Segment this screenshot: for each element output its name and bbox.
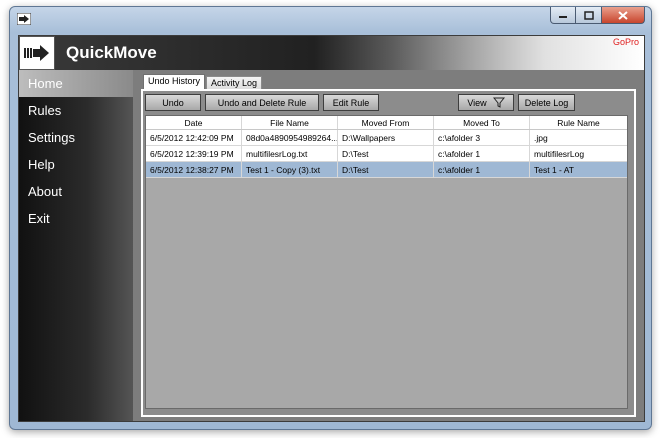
column-header-moved-to[interactable]: Moved To <box>434 116 530 129</box>
tab-strip: Undo History Activity Log <box>143 74 263 90</box>
tab-activity-log[interactable]: Activity Log <box>206 76 263 90</box>
cell-rule-name: .jpg <box>534 132 548 143</box>
undo-button[interactable]: Undo <box>145 94 201 111</box>
sidebar-item-home[interactable]: Home <box>19 70 133 97</box>
view-button-label: View <box>467 97 487 108</box>
sidebar-item-about[interactable]: About <box>19 178 133 205</box>
close-icon <box>618 10 628 20</box>
maximize-icon <box>583 10 594 20</box>
cell-moved-to: c:\afolder 1 <box>434 146 530 161</box>
column-header-file-name[interactable]: File Name <box>242 116 338 129</box>
logo <box>19 36 55 70</box>
undo-history-panel: Undo Undo and Delete Rule Edit Rule View… <box>141 89 636 417</box>
sidebar-item-help[interactable]: Help <box>19 151 133 178</box>
sidebar-item-rules[interactable]: Rules <box>19 97 133 124</box>
maximize-button[interactable] <box>576 7 602 24</box>
cell-date: 6/5/2012 12:39:19 PM <box>146 146 242 161</box>
column-header-moved-from[interactable]: Moved From <box>338 116 434 129</box>
cell-date: 6/5/2012 12:42:09 PM <box>146 130 242 145</box>
cell-moved-from: D:\Test <box>338 146 434 161</box>
table-row[interactable]: 6/5/2012 12:42:09 PM 08d0a4890954989264.… <box>146 130 627 146</box>
cell-file-name: multifilesrLog.txt <box>242 146 338 161</box>
undo-history-table: Date File Name Moved From Moved To Rule … <box>145 115 628 409</box>
window-controls <box>550 7 645 24</box>
cell-rule-name: multifilesrLog <box>534 148 585 159</box>
cell-date: 6/5/2012 12:38:27 PM <box>146 162 242 177</box>
app-title: QuickMove <box>66 43 157 62</box>
delete-log-button[interactable]: Delete Log <box>518 94 575 111</box>
sidebar: Home Rules Settings Help About Exit <box>19 70 133 421</box>
edit-rule-button[interactable]: Edit Rule <box>323 94 379 111</box>
arrow-logo-icon <box>24 45 49 61</box>
cell-file-name: Test 1 - Copy (3).txt <box>242 162 338 177</box>
app-icon <box>17 13 31 25</box>
app-header: QuickMove GoPro <box>19 36 644 70</box>
sidebar-item-exit[interactable]: Exit <box>19 205 133 232</box>
table-row[interactable]: 6/5/2012 12:39:19 PM multifilesrLog.txt … <box>146 146 627 162</box>
undo-delete-rule-button[interactable]: Undo and Delete Rule <box>205 94 319 111</box>
filter-icon <box>492 97 505 108</box>
table-row-selected[interactable]: 6/5/2012 12:38:27 PM Test 1 - Copy (3).t… <box>146 162 627 178</box>
app-window: QuickMove GoPro Home Rules Settings Help… <box>9 6 652 430</box>
cell-moved-to: c:\afolder 3 <box>434 130 530 145</box>
gopro-link[interactable]: GoPro <box>613 37 639 47</box>
close-button[interactable] <box>602 7 645 24</box>
table-header: Date File Name Moved From Moved To Rule … <box>146 116 627 130</box>
view-button[interactable]: View <box>458 94 514 111</box>
sidebar-item-settings[interactable]: Settings <box>19 124 133 151</box>
toolbar: Undo Undo and Delete Rule Edit Rule View… <box>143 92 634 114</box>
minimize-icon <box>559 16 567 18</box>
cell-moved-from: D:\Test <box>338 162 434 177</box>
cell-moved-from: D:\Wallpapers <box>338 130 434 145</box>
cell-file-name: 08d0a4890954989264... <box>242 130 338 145</box>
cell-moved-to: c:\afolder 1 <box>434 162 530 177</box>
column-header-date[interactable]: Date <box>146 116 242 129</box>
minimize-button[interactable] <box>550 7 576 24</box>
main-content: Undo History Activity Log Undo Undo and … <box>133 70 644 421</box>
client-area: QuickMove GoPro Home Rules Settings Help… <box>18 35 645 422</box>
column-header-rule-name[interactable]: Rule Name <box>530 116 627 129</box>
tab-undo-history[interactable]: Undo History <box>143 74 206 90</box>
cell-rule-name: Test 1 - AT <box>534 164 574 175</box>
